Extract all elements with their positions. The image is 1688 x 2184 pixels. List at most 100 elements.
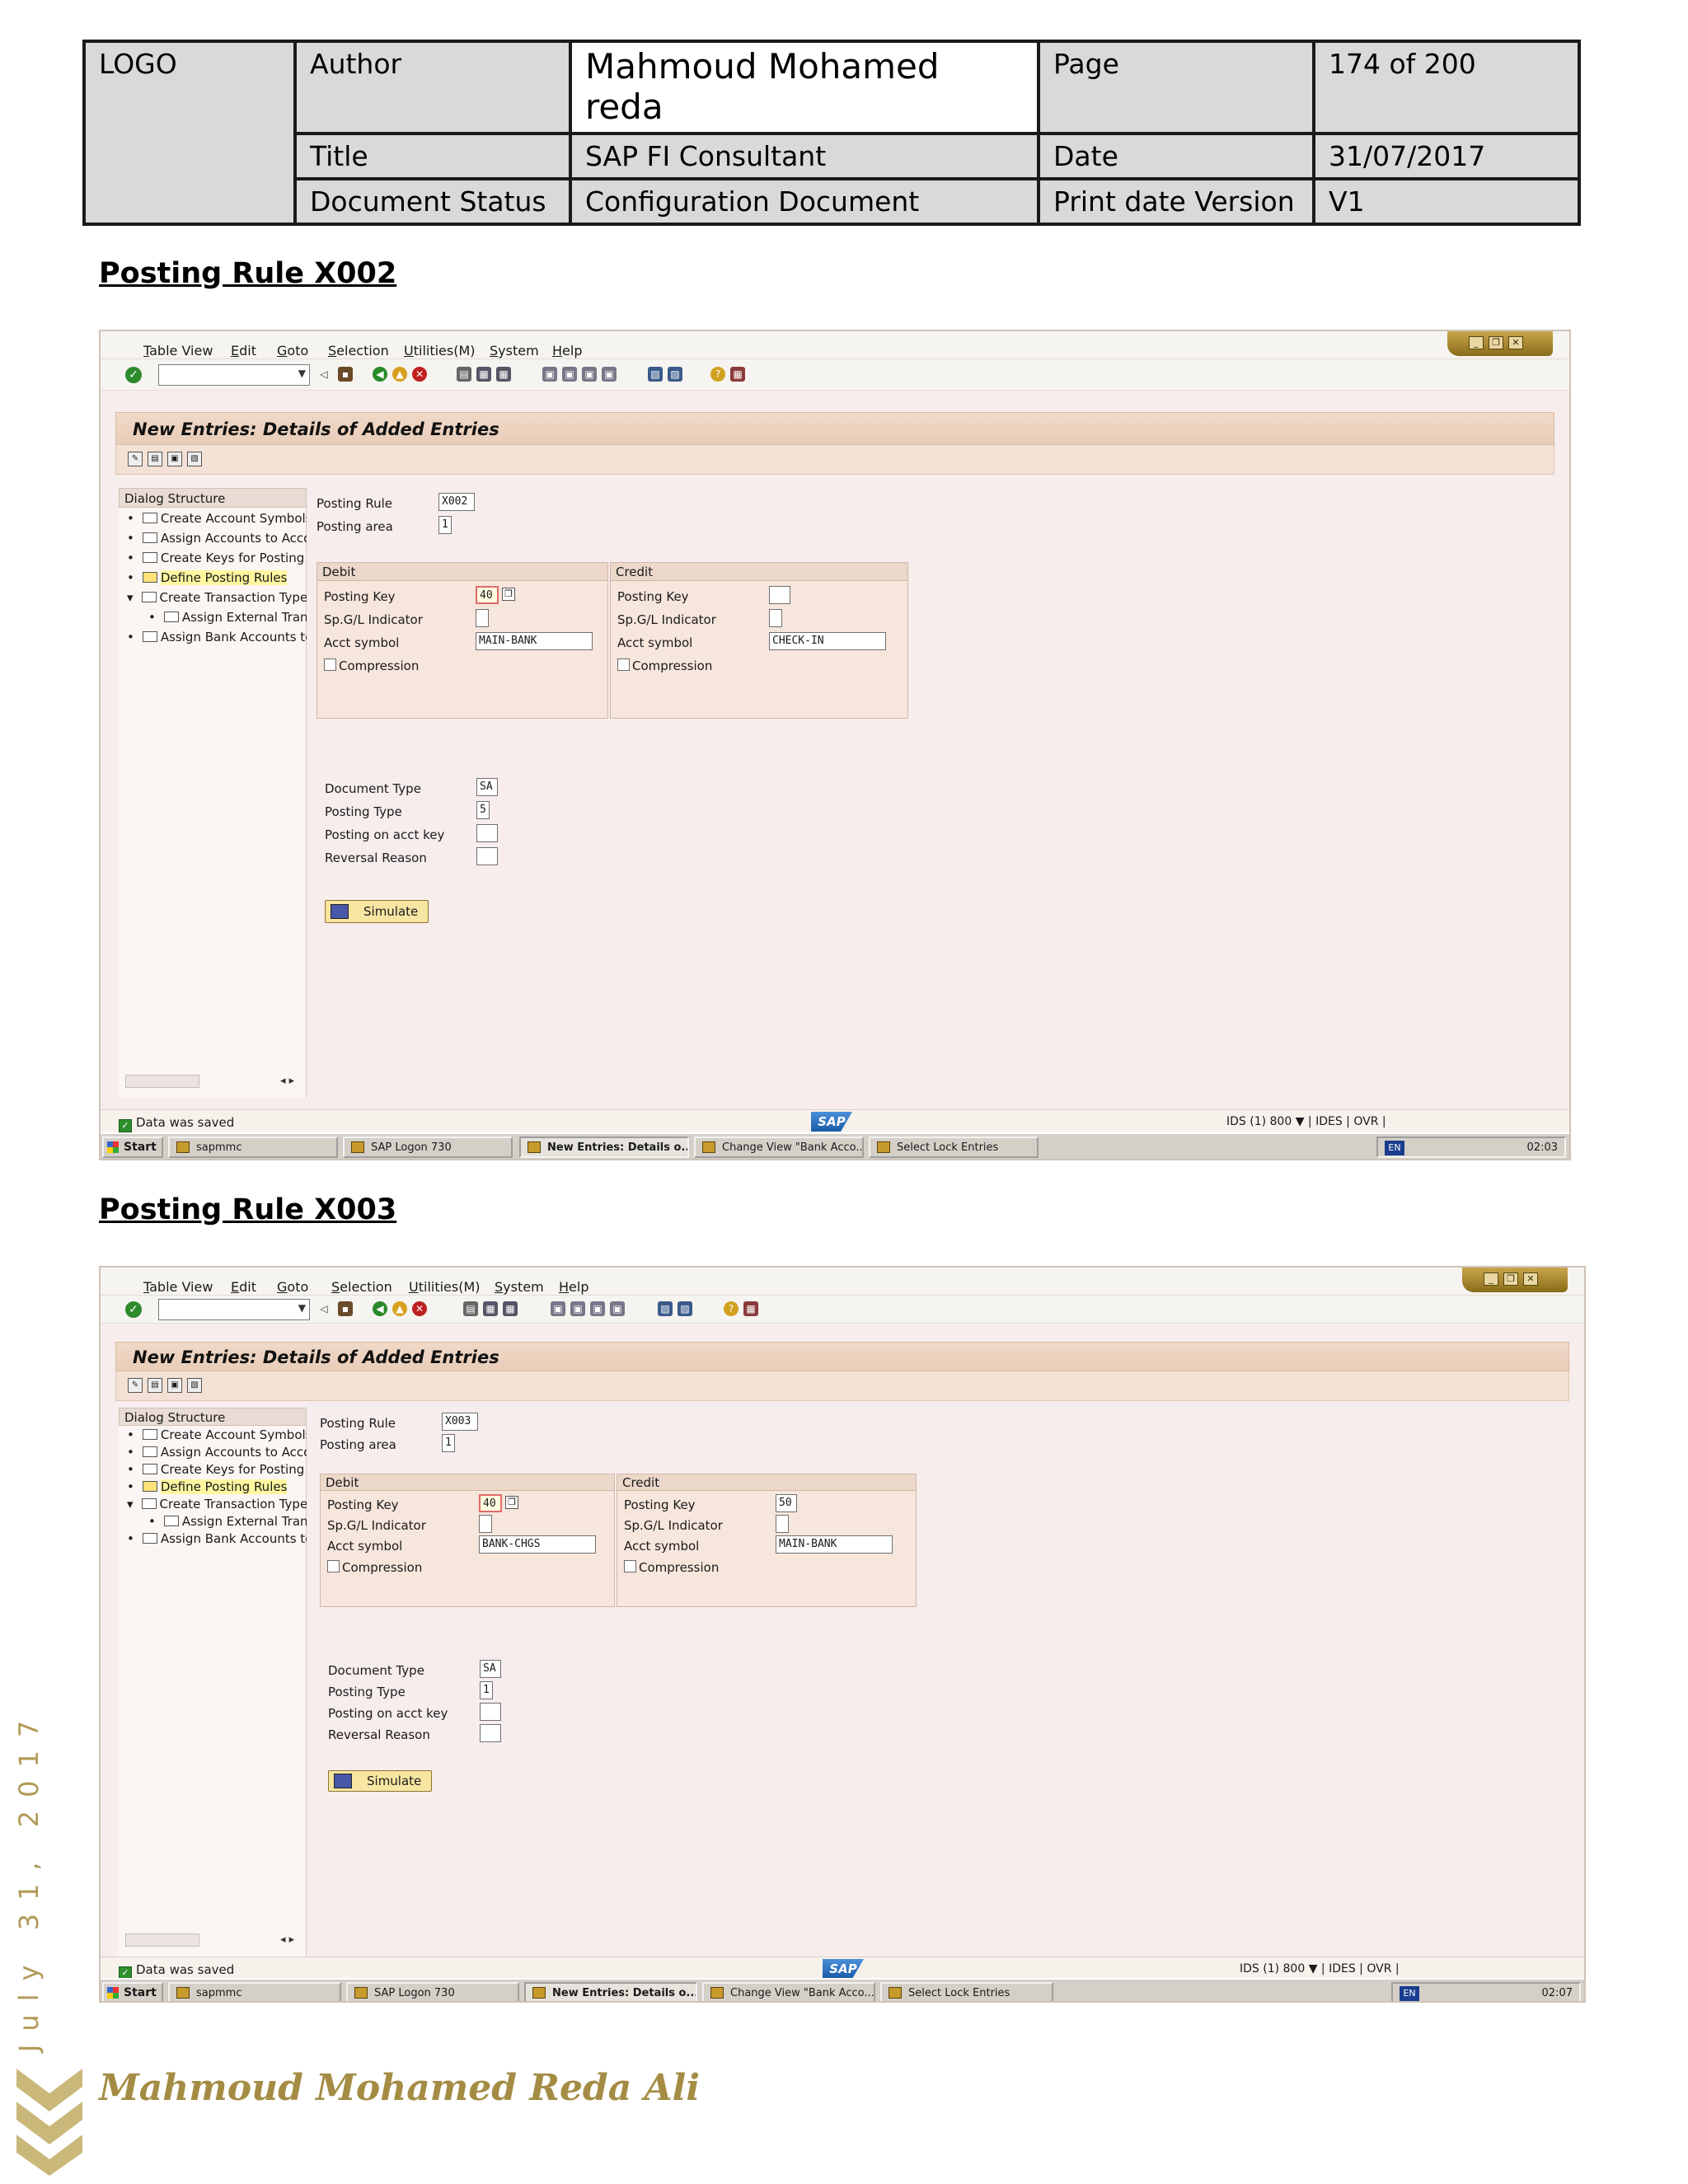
posting-on-acct-field[interactable] bbox=[476, 824, 498, 842]
save-icon[interactable]: ▪ bbox=[338, 367, 353, 382]
credit-spgl-field[interactable] bbox=[769, 609, 782, 627]
credit-spgl-field[interactable] bbox=[776, 1515, 789, 1533]
print-icon[interactable]: ▤ bbox=[463, 1301, 478, 1316]
simulate-button[interactable]: Simulate bbox=[325, 900, 429, 923]
create-session-icon[interactable]: ▧ bbox=[648, 367, 663, 382]
previous-page-icon[interactable]: ▣ bbox=[570, 1301, 585, 1316]
document-type-field[interactable]: SA bbox=[476, 778, 498, 796]
start-button[interactable]: Start bbox=[102, 1137, 163, 1158]
close-icon[interactable]: ✕ bbox=[1523, 1272, 1538, 1286]
copy-icon[interactable]: ▣ bbox=[167, 1378, 182, 1393]
menu-goto[interactable]: Goto bbox=[277, 343, 308, 359]
task-new-entries[interactable]: New Entries: Details o... bbox=[524, 1982, 697, 2001]
layout-icon[interactable]: ▦ bbox=[743, 1301, 758, 1316]
posting-on-acct-field[interactable] bbox=[480, 1703, 501, 1721]
menu-selection[interactable]: Selection bbox=[328, 343, 389, 359]
find-icon[interactable]: ▦ bbox=[476, 367, 491, 382]
menu-selection[interactable]: Selection bbox=[331, 1279, 392, 1295]
back-arrow-icon[interactable]: ◁ bbox=[316, 1301, 331, 1316]
save-icon[interactable]: ▪ bbox=[338, 1301, 353, 1316]
document-type-field[interactable]: SA bbox=[480, 1660, 501, 1678]
search-help-icon[interactable]: ❐ bbox=[505, 1496, 518, 1509]
debit-acct-symbol-field[interactable]: MAIN-BANK bbox=[476, 632, 593, 650]
credit-compression-checkbox[interactable] bbox=[624, 1560, 636, 1572]
last-page-icon[interactable]: ▣ bbox=[602, 367, 617, 382]
back-icon[interactable]: ◀ bbox=[373, 367, 387, 382]
menu-table-view[interactable]: Table View bbox=[143, 343, 213, 359]
menu-utilities[interactable]: Utilities(M) bbox=[409, 1279, 481, 1295]
layout-icon[interactable]: ▦ bbox=[730, 367, 745, 382]
task-sap-logon[interactable]: SAP Logon 730 bbox=[346, 1982, 519, 2001]
enter-icon[interactable]: ✓ bbox=[125, 367, 142, 383]
task-sapmmc[interactable]: sapmmc bbox=[168, 1982, 341, 2001]
edit-glasses-icon[interactable]: ✎ bbox=[128, 452, 143, 466]
credit-posting-key-field[interactable]: 50 bbox=[776, 1494, 797, 1512]
posting-area-field[interactable]: 1 bbox=[442, 1434, 455, 1452]
simulate-button[interactable]: Simulate bbox=[328, 1770, 432, 1792]
credit-acct-symbol-field[interactable]: MAIN-BANK bbox=[776, 1535, 893, 1554]
credit-acct-symbol-field[interactable]: CHECK-IN bbox=[769, 632, 886, 650]
search-help-icon[interactable]: ❐ bbox=[502, 588, 515, 601]
shortcut-icon[interactable]: ▨ bbox=[678, 1301, 692, 1316]
menu-edit[interactable]: Edit bbox=[231, 1279, 256, 1295]
menu-edit[interactable]: Edit bbox=[231, 343, 256, 359]
nav-item-transaction-types[interactable]: ▾ Create Transaction Types bbox=[127, 590, 307, 605]
nav-item-bank-accounts[interactable]: •Assign Bank Accounts to Transaction Typ… bbox=[127, 1531, 307, 1546]
credit-posting-key-field[interactable] bbox=[769, 586, 790, 604]
back-arrow-icon[interactable]: ◁ bbox=[316, 367, 331, 382]
posting-area-field[interactable]: 1 bbox=[438, 516, 452, 534]
next-page-icon[interactable]: ▣ bbox=[582, 367, 597, 382]
nav-scroll-arrows-icon[interactable]: ◂ ▸ bbox=[280, 1075, 294, 1087]
nav-item-assign-accounts[interactable]: •Assign Accounts to Account Symbols bbox=[127, 1445, 307, 1460]
nav-item-account-symbols[interactable]: • Create Account Symbols bbox=[127, 511, 307, 526]
create-session-icon[interactable]: ▧ bbox=[658, 1301, 673, 1316]
posting-rule-field[interactable]: X003 bbox=[442, 1413, 478, 1431]
find-next-icon[interactable]: ▦ bbox=[496, 367, 511, 382]
edit-glasses-icon[interactable]: ✎ bbox=[128, 1378, 143, 1393]
task-new-entries[interactable]: New Entries: Details o... bbox=[519, 1137, 689, 1158]
task-change-view[interactable]: Change View "Bank Acco... bbox=[694, 1137, 864, 1158]
debit-spgl-field[interactable] bbox=[479, 1515, 492, 1533]
close-icon[interactable]: ✕ bbox=[1508, 336, 1523, 349]
start-button[interactable]: Start bbox=[102, 1982, 163, 2001]
menu-goto[interactable]: Goto bbox=[277, 1279, 308, 1295]
delete-icon[interactable]: ▧ bbox=[187, 452, 202, 466]
task-select-lock[interactable]: Select Lock Entries bbox=[880, 1982, 1053, 2001]
new-entries-icon[interactable]: ▤ bbox=[148, 452, 162, 466]
copy-icon[interactable]: ▣ bbox=[167, 452, 182, 466]
last-page-icon[interactable]: ▣ bbox=[610, 1301, 625, 1316]
nav-item-define-posting-rules[interactable]: • Define Posting Rules bbox=[127, 570, 307, 585]
command-field[interactable] bbox=[158, 364, 310, 386]
menu-utilities[interactable]: Utilities(M) bbox=[404, 343, 476, 359]
nav-item-transaction-types[interactable]: ▾ Create Transaction Types bbox=[127, 1497, 307, 1511]
posting-rule-field[interactable]: X002 bbox=[438, 493, 475, 511]
reversal-reason-field[interactable] bbox=[476, 847, 498, 865]
menu-help[interactable]: Help bbox=[552, 343, 582, 359]
nav-scroll-arrows-icon[interactable]: ◂ ▸ bbox=[280, 1933, 294, 1946]
nav-item-keys-posting[interactable]: •Create Keys for Posting Rules bbox=[127, 551, 307, 565]
debit-posting-key-field[interactable]: 40 bbox=[479, 1494, 502, 1512]
restore-icon[interactable]: ❐ bbox=[1489, 336, 1503, 349]
command-field[interactable] bbox=[158, 1299, 310, 1320]
nav-item-account-symbols[interactable]: • Create Account Symbols bbox=[127, 1427, 307, 1442]
debit-acct-symbol-field[interactable]: BANK-CHGS bbox=[479, 1535, 596, 1554]
task-select-lock[interactable]: Select Lock Entries bbox=[869, 1137, 1039, 1158]
nav-scrollbar[interactable] bbox=[125, 1075, 199, 1088]
menu-system[interactable]: System bbox=[495, 1279, 544, 1295]
exit-icon[interactable]: ▲ bbox=[392, 1301, 407, 1316]
shortcut-icon[interactable]: ▨ bbox=[668, 367, 682, 382]
system-info[interactable]: IDS (1) 800 ▼ | IDES | OVR | bbox=[1226, 1115, 1386, 1128]
print-icon[interactable]: ▤ bbox=[457, 367, 471, 382]
credit-compression-checkbox[interactable] bbox=[617, 658, 630, 671]
nav-item-bank-accounts[interactable]: •Assign Bank Accounts to Transaction Typ… bbox=[127, 630, 307, 644]
minimize-icon[interactable]: _ bbox=[1469, 336, 1484, 349]
nav-item-external-transactions[interactable]: •Assign External Transaction Types bbox=[148, 610, 307, 625]
new-entries-icon[interactable]: ▤ bbox=[148, 1378, 162, 1393]
help-icon[interactable]: ? bbox=[724, 1301, 738, 1316]
menu-help[interactable]: Help bbox=[559, 1279, 588, 1295]
enter-icon[interactable]: ✓ bbox=[125, 1301, 142, 1318]
task-change-view[interactable]: Change View "Bank Acco... bbox=[702, 1982, 875, 2001]
next-page-icon[interactable]: ▣ bbox=[590, 1301, 605, 1316]
cancel-icon[interactable]: ✕ bbox=[412, 1301, 427, 1316]
nav-item-assign-accounts[interactable]: •Assign Accounts to Account Symbols bbox=[127, 531, 307, 546]
